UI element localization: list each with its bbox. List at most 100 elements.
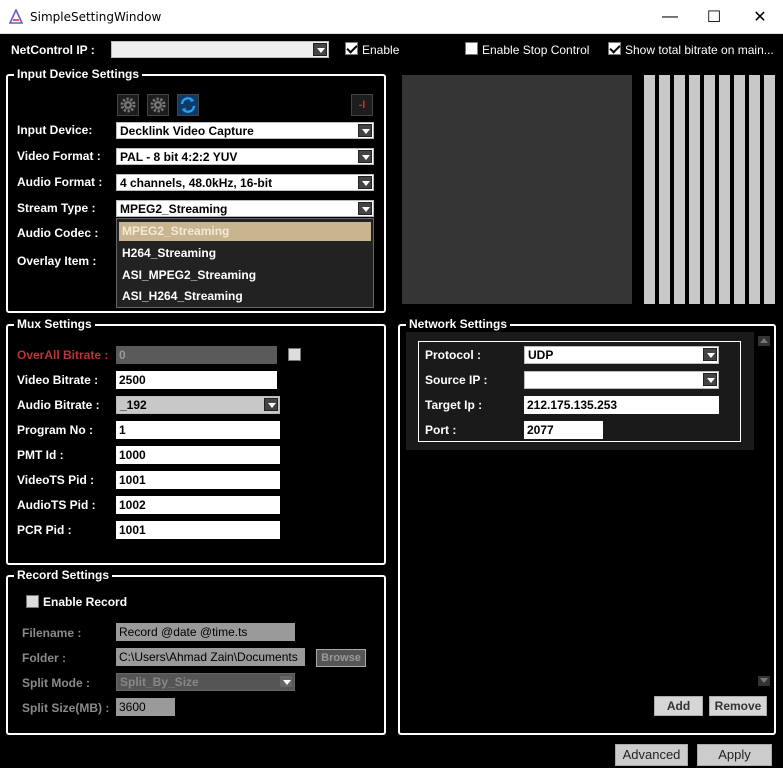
videots-pid-field[interactable]: 1001: [116, 471, 280, 489]
dropdown-option-h264-streaming[interactable]: H264_Streaming: [119, 244, 371, 263]
overall-bitrate-label: OverAll Bitrate :: [17, 348, 109, 362]
chevron-down-icon: [358, 124, 372, 137]
audio-level-meter: [704, 75, 715, 304]
videots-pid-label: VideoTS Pid :: [17, 473, 95, 487]
audio-bitrate-value: _192: [120, 398, 147, 412]
audio-bitrate-select[interactable]: _192: [116, 396, 280, 414]
enable-record-checkbox[interactable]: [26, 595, 39, 608]
browse-button[interactable]: Browse: [316, 649, 366, 667]
audio-format-label: Audio Format :: [17, 175, 103, 189]
minimize-button[interactable]: —: [648, 0, 692, 34]
pmt-id-label: PMT Id :: [17, 448, 64, 462]
chevron-down-icon: [703, 348, 717, 361]
folder-label: Folder :: [22, 651, 66, 665]
audio-level-meter: [689, 75, 700, 304]
target-ip-label: Target Ip :: [425, 398, 483, 412]
network-settings-group-title: Network Settings: [406, 317, 511, 331]
remove-button[interactable]: Remove: [709, 696, 767, 716]
video-bitrate-field[interactable]: 2500: [116, 371, 277, 389]
audio-level-meter: [674, 75, 685, 304]
enable-checkbox[interactable]: [345, 42, 358, 55]
gear-icon: [150, 97, 166, 113]
overall-bitrate-field[interactable]: 0: [116, 346, 277, 364]
maximize-button[interactable]: ☐: [692, 0, 736, 34]
chevron-down-icon: [358, 202, 372, 215]
pmt-id-field[interactable]: 1000: [116, 446, 280, 464]
protocol-select[interactable]: UDP: [524, 346, 719, 364]
scroll-down-button[interactable]: [758, 676, 770, 686]
audio-format-select[interactable]: 4 channels, 48.0kHz, 16-bit: [116, 174, 374, 191]
mux-settings-group-title: Mux Settings: [14, 317, 95, 331]
stream-type-label: Stream Type :: [17, 201, 96, 215]
filename-field[interactable]: Record @date @time.ts: [116, 623, 295, 641]
split-mode-label: Split Mode :: [22, 676, 90, 690]
audio-codec-label: Audio Codec :: [17, 226, 99, 240]
target-ip-field[interactable]: 212.175.135.253: [524, 396, 719, 414]
audio-level-meter: [749, 75, 760, 304]
enable-stop-control-checkbox[interactable]: [465, 42, 478, 55]
input-device-group-title: Input Device Settings: [14, 67, 143, 81]
audiots-pid-field[interactable]: 1002: [116, 496, 280, 514]
netcontrol-ip-select[interactable]: [111, 41, 329, 58]
chevron-down-icon: [313, 43, 327, 56]
scroll-up-button[interactable]: [758, 336, 770, 346]
input-device-select[interactable]: Decklink Video Capture: [116, 122, 374, 139]
dropdown-option-mpeg2-streaming[interactable]: MPEG2_Streaming: [119, 222, 371, 241]
program-no-field[interactable]: 1: [116, 421, 280, 439]
audio-level-meter: [644, 75, 655, 304]
port-label: Port :: [425, 423, 457, 437]
overall-bitrate-checkbox[interactable]: [288, 348, 301, 361]
refresh-button[interactable]: [177, 94, 199, 116]
folder-field[interactable]: C:\Users\Ahmad Zain\Documents: [116, 648, 305, 666]
protocol-value: UDP: [528, 348, 554, 362]
title-bar: SimpleSettingWindow — ☐ ✕: [0, 0, 783, 34]
source-ip-select[interactable]: [524, 371, 719, 389]
window-title: SimpleSettingWindow: [30, 10, 162, 24]
audio-level-meter: [734, 75, 745, 304]
input-device-value: Decklink Video Capture: [120, 124, 254, 138]
remove-item-icon: -I: [358, 99, 366, 111]
settings-button-2[interactable]: [147, 94, 169, 116]
refresh-icon: [180, 97, 196, 113]
split-size-label: Split Size(MB) :: [22, 701, 110, 715]
chevron-down-icon: [279, 675, 293, 688]
dropdown-option-asi-mpeg2-streaming[interactable]: ASI_MPEG2_Streaming: [119, 266, 371, 285]
input-device-label: Input Device:: [17, 123, 93, 137]
stream-type-dropdown-list: MPEG2_Streaming H264_Streaming ASI_MPEG2…: [116, 218, 374, 308]
port-field[interactable]: 2077: [524, 421, 603, 439]
apply-button[interactable]: Apply: [697, 744, 772, 766]
stream-type-select[interactable]: MPEG2_Streaming: [116, 200, 374, 217]
video-bitrate-label: Video Bitrate :: [17, 373, 99, 387]
split-mode-select[interactable]: Split_By_Size: [116, 673, 295, 691]
chevron-down-icon: [264, 398, 278, 411]
audiots-pid-label: AudioTS Pid :: [17, 498, 96, 512]
audio-level-meter: [719, 75, 730, 304]
audio-format-value: 4 channels, 48.0kHz, 16-bit: [120, 176, 273, 190]
enable-stop-control-label: Enable Stop Control: [482, 43, 590, 57]
split-mode-value: Split_By_Size: [120, 675, 199, 689]
enable-label: Enable: [362, 43, 400, 57]
split-size-field[interactable]: 3600: [116, 698, 175, 716]
audio-bitrate-label: Audio Bitrate :: [17, 398, 100, 412]
source-ip-label: Source IP :: [425, 373, 488, 387]
remove-item-button[interactable]: -I: [351, 94, 373, 116]
settings-button-1[interactable]: [117, 94, 139, 116]
close-icon: ✕: [753, 9, 767, 26]
audio-level-meter: [764, 75, 775, 304]
video-preview: [402, 75, 632, 304]
advanced-button[interactable]: Advanced: [615, 744, 688, 766]
program-no-label: Program No :: [17, 423, 94, 437]
close-button[interactable]: ✕: [738, 0, 782, 34]
stream-type-value: MPEG2_Streaming: [120, 202, 228, 216]
pcr-pid-label: PCR Pid :: [17, 523, 72, 537]
netcontrol-label: NetControl IP :: [11, 43, 95, 57]
show-total-bitrate-checkbox[interactable]: [608, 42, 621, 55]
pcr-pid-field[interactable]: 1001: [116, 521, 280, 539]
video-format-label: Video Format :: [17, 149, 101, 163]
audio-level-meter: [659, 75, 670, 304]
chevron-down-icon: [358, 150, 372, 163]
video-format-select[interactable]: PAL - 8 bit 4:2:2 YUV: [116, 148, 374, 165]
video-format-value: PAL - 8 bit 4:2:2 YUV: [120, 150, 238, 164]
add-button[interactable]: Add: [654, 696, 703, 716]
dropdown-option-asi-h264-streaming[interactable]: ASI_H264_Streaming: [119, 287, 371, 306]
